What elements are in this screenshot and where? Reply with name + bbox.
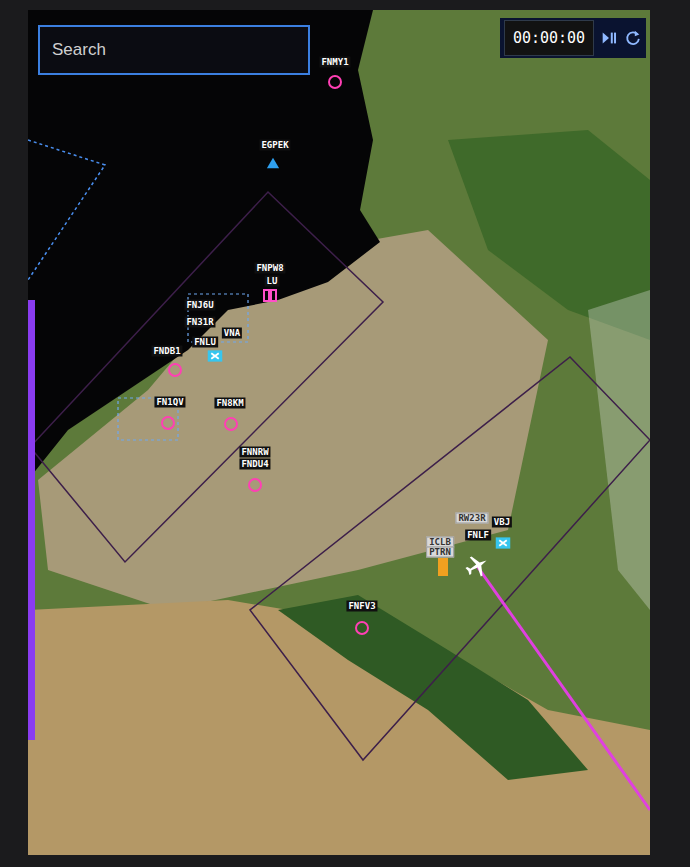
map-label[interactable]: FN31R bbox=[184, 317, 215, 328]
waypoint-icon[interactable] bbox=[223, 416, 239, 432]
map-label[interactable]: LU bbox=[265, 276, 280, 287]
waypoint-icon[interactable] bbox=[160, 415, 176, 431]
map-label[interactable]: FNLU bbox=[192, 337, 218, 348]
map-label[interactable]: RW23R bbox=[455, 513, 488, 524]
map-label[interactable]: FNNRW bbox=[239, 447, 270, 458]
search-field[interactable] bbox=[38, 25, 310, 75]
map-label[interactable]: FNJ6U bbox=[184, 300, 215, 311]
map-label[interactable]: FNDB1 bbox=[151, 346, 182, 357]
map-label[interactable]: FNDU4 bbox=[239, 459, 270, 470]
playback-toolbar: 00:00:00 bbox=[500, 18, 646, 58]
terrain-map[interactable] bbox=[28, 10, 650, 855]
vor-icon[interactable] bbox=[266, 156, 280, 170]
parking-icon[interactable] bbox=[438, 558, 448, 576]
map-label[interactable]: FN8KM bbox=[214, 398, 245, 409]
heliport-icon[interactable] bbox=[262, 287, 278, 303]
map-screen[interactable]: 00:00:00 FNMY1 EGPEK FNPW8 LU FNJ6U FN31R VNA FN… bbox=[28, 10, 650, 855]
waypoint-icon[interactable] bbox=[354, 620, 370, 636]
map-label[interactable]: FN1QV bbox=[154, 397, 185, 408]
play-pause-icon[interactable] bbox=[600, 29, 618, 47]
waypoint-icon[interactable] bbox=[247, 477, 263, 493]
map-label[interactable]: VBJ bbox=[492, 517, 512, 528]
timer: 00:00:00 bbox=[504, 20, 594, 56]
aircraft-icon[interactable] bbox=[465, 554, 489, 578]
waypoint-icon[interactable] bbox=[167, 362, 183, 378]
refresh-icon[interactable] bbox=[624, 29, 642, 47]
search-input[interactable] bbox=[50, 39, 298, 61]
map-label[interactable]: FNLF bbox=[465, 530, 491, 541]
map-label[interactable]: VNA bbox=[222, 328, 242, 339]
airport-icon[interactable] bbox=[496, 536, 511, 551]
map-label[interactable]: PTRN bbox=[426, 547, 454, 558]
airport-icon[interactable] bbox=[208, 349, 223, 364]
app: 00:00:00 FNMY1 EGPEK FNPW8 LU FNJ6U FN31R VNA FN… bbox=[0, 0, 690, 867]
map-label[interactable]: FNFV3 bbox=[346, 601, 377, 612]
waypoint-icon[interactable] bbox=[327, 74, 343, 90]
map-label[interactable]: FNPW8 bbox=[254, 263, 285, 274]
map-label[interactable]: EGPEK bbox=[259, 140, 290, 151]
map-label[interactable]: FNMY1 bbox=[319, 57, 350, 68]
